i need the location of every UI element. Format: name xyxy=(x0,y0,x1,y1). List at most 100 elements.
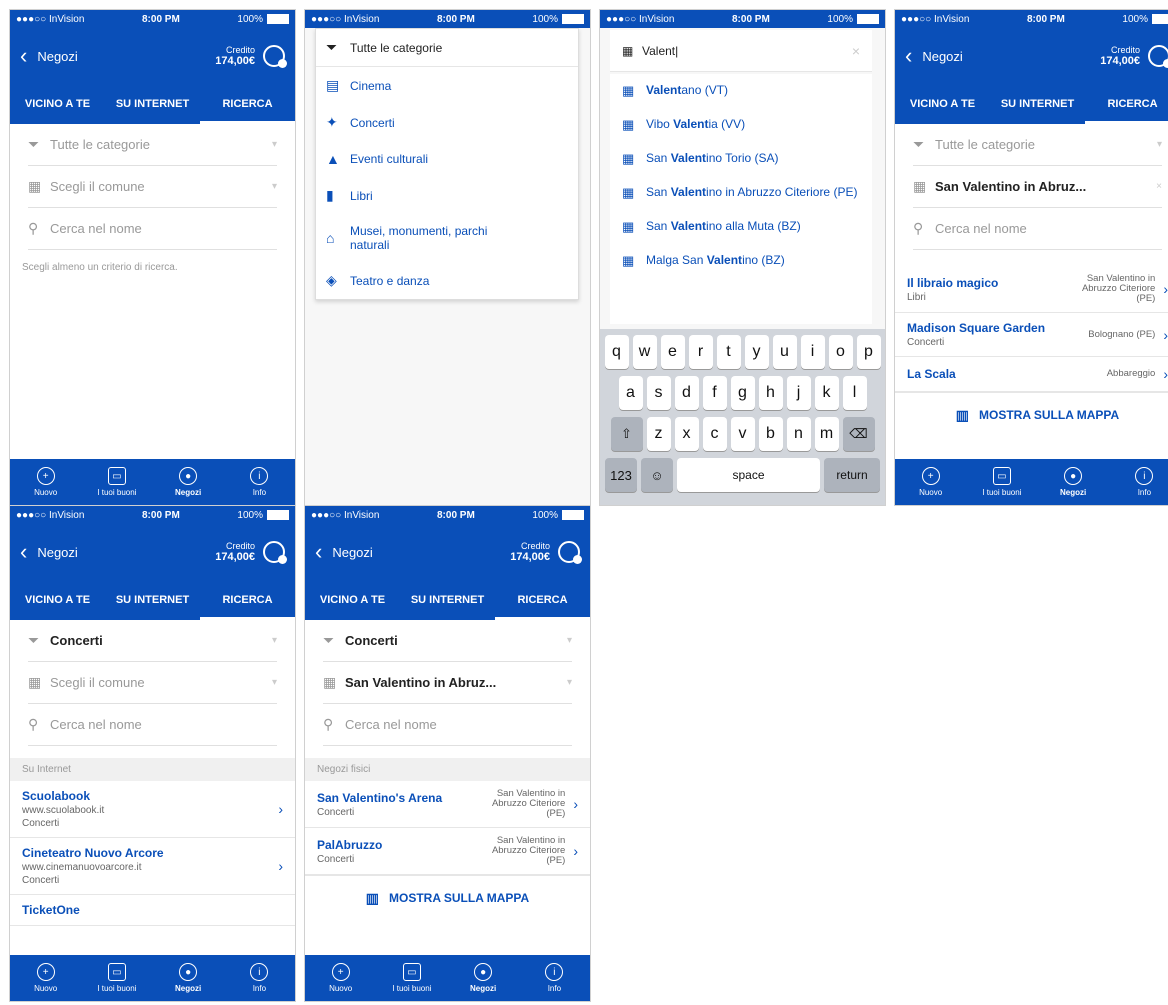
key-i[interactable]: i xyxy=(800,335,825,369)
name-search-input[interactable]: ⚲ Cerca nel nome xyxy=(28,704,277,746)
suggestion-item[interactable]: ▦ Valentano (VT) xyxy=(610,74,872,108)
key-k[interactable]: k xyxy=(814,376,839,410)
nav-negozi[interactable]: ● Negozi xyxy=(448,955,519,1001)
tab-vicino[interactable]: VICINO A TE xyxy=(10,84,105,124)
nav-buoni[interactable]: ▭ I tuoi buoni xyxy=(81,459,152,505)
key-c[interactable]: c xyxy=(702,417,727,451)
nav-info[interactable]: i Info xyxy=(1109,459,1168,505)
suggestion-item[interactable]: ▦ Vibo Valentia (VV) xyxy=(610,108,872,142)
key-w[interactable]: w xyxy=(632,335,657,369)
key-y[interactable]: y xyxy=(744,335,769,369)
key-a[interactable]: a xyxy=(618,376,643,410)
nav-info[interactable]: i Info xyxy=(519,955,590,1001)
nav-info[interactable]: i Info xyxy=(224,459,295,505)
name-search-input[interactable]: ⚲ Cerca nel nome xyxy=(913,208,1162,250)
profile-icon[interactable] xyxy=(263,541,287,564)
back-icon[interactable]: ‹ xyxy=(20,45,27,67)
back-icon[interactable]: ‹ xyxy=(315,541,322,563)
category-select[interactable]: ⏷ Tutte le categorie ▾ xyxy=(913,124,1162,166)
dropdown-item-all[interactable]: ⏷ Tutte le categorie xyxy=(316,29,578,67)
key-r[interactable]: r xyxy=(688,335,713,369)
nav-buoni[interactable]: ▭ I tuoi buoni xyxy=(81,955,152,1001)
key-l[interactable]: l xyxy=(842,376,867,410)
dropdown-item-musei[interactable]: ⌂ Musei, monumenti, parchi naturali xyxy=(316,214,578,262)
show-map-button[interactable]: ▥ MOSTRA SULLA MAPPA xyxy=(305,875,590,920)
key-p[interactable]: p xyxy=(856,335,881,369)
key-f[interactable]: f xyxy=(702,376,727,410)
key-q[interactable]: q xyxy=(604,335,629,369)
nav-buoni[interactable]: ▭ I tuoi buoni xyxy=(376,955,447,1001)
clear-icon[interactable]: × xyxy=(852,43,860,59)
result-row[interactable]: Madison Square Garden Concerti Bolognano … xyxy=(895,313,1168,357)
name-search-input[interactable]: ⚲ Cerca nel nome xyxy=(323,704,572,746)
suggestion-item[interactable]: ▦ Malga San Valentino (BZ) xyxy=(610,244,872,278)
comune-select[interactable]: ▦ Scegli il comune ▾ xyxy=(28,166,277,208)
back-icon[interactable]: ‹ xyxy=(20,541,27,563)
result-row[interactable]: La Scala Abbareggio › xyxy=(895,357,1168,392)
nav-nuovo[interactable]: + Nuovo xyxy=(895,459,966,505)
nav-negozi[interactable]: ● Negozi xyxy=(153,955,224,1001)
tab-vicino[interactable]: VICINO A TE xyxy=(10,580,105,620)
nav-nuovo[interactable]: + Nuovo xyxy=(10,955,81,1001)
result-row[interactable]: TicketOne xyxy=(10,895,295,926)
tab-ricerca[interactable]: RICERCA xyxy=(200,580,295,620)
comune-select[interactable]: ▦ San Valentino in Abruz... × xyxy=(913,166,1162,208)
tab-internet[interactable]: SU INTERNET xyxy=(990,84,1085,124)
nav-nuovo[interactable]: + Nuovo xyxy=(10,459,81,505)
key-n[interactable]: n xyxy=(786,417,811,451)
tab-vicino[interactable]: VICINO A TE xyxy=(305,580,400,620)
dropdown-item-libri[interactable]: ▮ Libri xyxy=(316,177,578,214)
tab-ricerca[interactable]: RICERCA xyxy=(200,84,295,124)
key-s[interactable]: s xyxy=(646,376,671,410)
tab-ricerca[interactable]: RICERCA xyxy=(495,580,590,620)
profile-icon[interactable] xyxy=(1148,45,1168,68)
key-u[interactable]: u xyxy=(772,335,797,369)
key-h[interactable]: h xyxy=(758,376,783,410)
emoji-icon[interactable]: ☺ xyxy=(641,458,673,492)
key-v[interactable]: v xyxy=(730,417,755,451)
result-row[interactable]: PalAbruzzo Concerti San Valentino in Abru… xyxy=(305,828,590,875)
dropdown-item-teatro[interactable]: ◈ Teatro e danza xyxy=(316,262,578,299)
result-row[interactable]: San Valentino's Arena Concerti San Valent… xyxy=(305,781,590,828)
tab-ricerca[interactable]: RICERCA xyxy=(1085,84,1168,124)
dropdown-item-concerti[interactable]: ✦ Concerti xyxy=(316,104,578,141)
profile-icon[interactable] xyxy=(263,45,287,68)
key-g[interactable]: g xyxy=(730,376,755,410)
comune-search-input[interactable]: ▦ Valent | × xyxy=(610,30,872,72)
profile-icon[interactable] xyxy=(558,541,582,564)
space-key[interactable]: space xyxy=(677,458,820,492)
category-select[interactable]: ⏷ Concerti ▾ xyxy=(28,620,277,662)
nav-nuovo[interactable]: + Nuovo xyxy=(305,955,376,1001)
result-row[interactable]: Il libraio magico Libri San Valentino in … xyxy=(895,266,1168,313)
return-key[interactable]: return xyxy=(824,458,880,492)
tab-internet[interactable]: SU INTERNET xyxy=(400,580,495,620)
category-select[interactable]: ⏷ Tutte le categorie ▾ xyxy=(28,124,277,166)
name-search-input[interactable]: ⚲ Cerca nel nome xyxy=(28,208,277,250)
suggestion-item[interactable]: ▦ San Valentino alla Muta (BZ) xyxy=(610,210,872,244)
key-e[interactable]: e xyxy=(660,335,685,369)
nav-negozi[interactable]: ● Negozi xyxy=(153,459,224,505)
tab-vicino[interactable]: VICINO A TE xyxy=(895,84,990,124)
nav-buoni[interactable]: ▭ I tuoi buoni xyxy=(966,459,1037,505)
key-j[interactable]: j xyxy=(786,376,811,410)
key-t[interactable]: t xyxy=(716,335,741,369)
comune-select[interactable]: ▦ San Valentino in Abruz... ▾ xyxy=(323,662,572,704)
suggestion-item[interactable]: ▦ San Valentino in Abruzzo Citeriore (PE) xyxy=(610,176,872,210)
tab-internet[interactable]: SU INTERNET xyxy=(105,580,200,620)
key-z[interactable]: z xyxy=(646,417,671,451)
nav-info[interactable]: i Info xyxy=(224,955,295,1001)
backspace-key[interactable]: ⌫ xyxy=(842,417,875,451)
shift-key[interactable]: ⇧ xyxy=(610,417,643,451)
key-m[interactable]: m xyxy=(814,417,839,451)
result-row[interactable]: Scuolabook www.scuolabook.it Concerti › xyxy=(10,781,295,838)
nav-negozi[interactable]: ● Negozi xyxy=(1038,459,1109,505)
key-d[interactable]: d xyxy=(674,376,699,410)
key-o[interactable]: o xyxy=(828,335,853,369)
tab-internet[interactable]: SU INTERNET xyxy=(105,84,200,124)
key-x[interactable]: x xyxy=(674,417,699,451)
numbers-key[interactable]: 123 xyxy=(605,458,637,492)
dropdown-item-cinema[interactable]: ▤ Cinema xyxy=(316,67,578,104)
back-icon[interactable]: ‹ xyxy=(905,45,912,67)
category-select[interactable]: ⏷ Concerti ▾ xyxy=(323,620,572,662)
result-row[interactable]: Cineteatro Nuovo Arcore www.cinemanuovoar… xyxy=(10,838,295,895)
